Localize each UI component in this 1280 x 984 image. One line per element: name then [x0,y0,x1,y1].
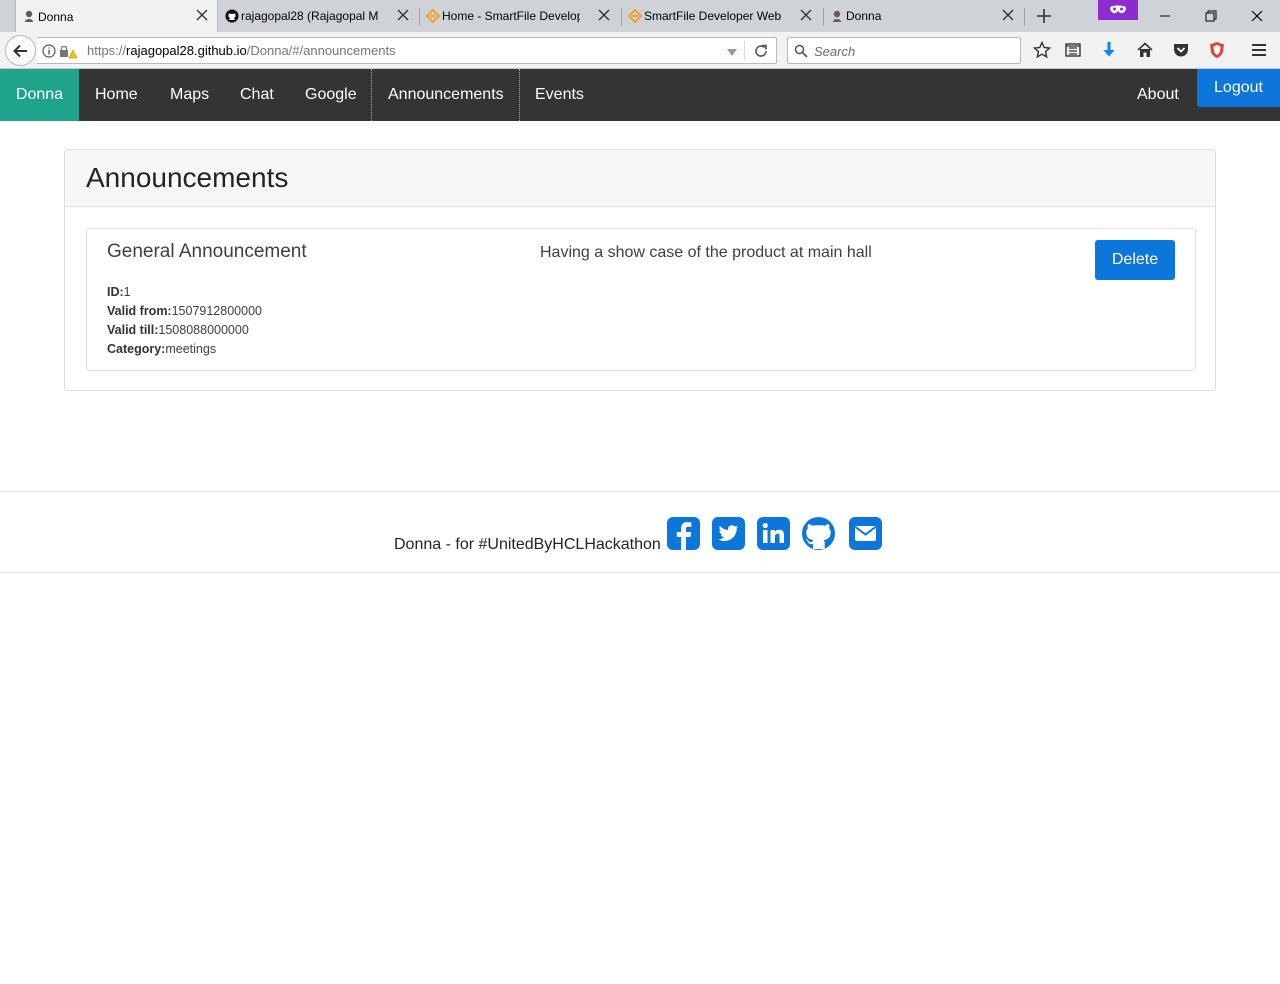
url-scheme: https:// [87,43,127,58]
id-value: 1 [123,285,131,299]
restore-window-icon[interactable] [1201,6,1221,26]
new-tab-plus-icon[interactable] [1034,6,1054,26]
footer-text: Donna - for #UnitedByHCLHackathon [394,536,661,553]
download-arrow-icon[interactable] [1100,41,1118,59]
close-tab-icon[interactable] [597,8,611,22]
email-icon[interactable] [848,516,883,551]
app-navbar: Donna Home Maps Chat Google Announcement… [0,69,1280,121]
tab-title: rajagopal28 (Rajagopal M) [241,9,379,23]
announcement-id-row: ID:1 [107,283,262,302]
donna-favicon-icon [25,10,33,22]
tab-separator [1024,8,1025,26]
announcement-valid-till-row: Valid till:1508088000000 [107,321,262,340]
tab-title: Donna [846,9,882,23]
search-icon [794,44,808,58]
url-text[interactable]: https://rajagopal28.github.io/Donna/#/an… [87,43,396,58]
nav-events[interactable]: Events [535,69,584,121]
url-host: rajagopal28.github.io [126,43,247,58]
search-placeholder: Search [814,44,856,59]
tab-title: Home - SmartFile Developer [442,9,580,23]
url-history-dropdown-icon[interactable] [725,45,739,59]
reading-list-icon[interactable] [1064,41,1082,59]
search-bar[interactable]: Search [787,37,1021,64]
site-info-lock-warning-icon[interactable] [41,43,81,59]
valid-from-label: Valid from: [107,304,172,318]
back-arrow-icon [12,44,27,57]
close-tab-icon[interactable] [799,8,813,22]
nav-chat[interactable]: Chat [240,69,274,121]
close-tab-icon[interactable] [396,8,410,22]
pocket-icon[interactable] [1172,41,1190,59]
facebook-icon[interactable] [666,516,701,551]
nav-maps[interactable]: Maps [170,69,209,121]
donna-favicon-icon [833,10,841,22]
page-title: Announcements [86,162,289,193]
linkedin-icon[interactable] [756,516,791,551]
announcements-card: Announcements General Announcement Havin… [64,149,1216,391]
valid-from-value: 1507912800000 [171,304,262,318]
tab-title: Donna [38,9,74,24]
close-tab-icon[interactable] [195,8,209,22]
card-header: Announcements [65,150,1215,207]
url-divider [744,41,745,60]
reload-icon[interactable] [753,43,769,59]
announcement-valid-from-row: Valid from:1507912800000 [107,302,262,321]
url-path: /Donna/#/announcements [246,43,396,58]
logout-button[interactable]: Logout [1197,69,1280,107]
browser-tab-github[interactable]: rajagopal28 (Rajagopal M) [219,0,418,32]
private-browsing-mask-icon [1098,0,1138,20]
bookmark-star-icon[interactable] [1033,41,1051,59]
announcement-item: General Announcement Having a show case … [86,228,1196,371]
category-label: Category: [107,342,166,356]
github-icon[interactable] [801,516,836,551]
smartfile-favicon-icon [628,9,642,23]
close-tab-icon[interactable] [1001,8,1015,22]
announcement-category-row: Category:meetings [107,340,262,359]
brand-logo-link[interactable]: Donna [0,69,79,121]
browser-tab-smartfile-api[interactable]: SmartFile Developer Web API [622,0,821,32]
browser-tabstrip: Donna rajagopal28 (Rajagopal M) Home - S… [0,0,1280,33]
brave-shield-icon[interactable] [1208,41,1226,59]
valid-till-label: Valid till: [107,323,159,337]
browser-toolbar: https://rajagopal28.github.io/Donna/#/an… [0,32,1280,69]
tab-title: SmartFile Developer Web API [644,9,782,23]
id-label: ID: [107,285,124,299]
browser-tab-donna[interactable]: Donna [824,0,1023,32]
hamburger-menu-icon[interactable] [1250,41,1268,59]
announcement-meta: ID:1 Valid from:1507912800000 Valid till… [107,283,262,359]
nav-about[interactable]: About [1137,69,1179,121]
nav-home[interactable]: Home [95,69,138,121]
footer: Donna - for #UnitedByHCLHackathon [0,491,1280,573]
url-bar[interactable]: https://rajagopal28.github.io/Donna/#/an… [37,37,777,64]
minimize-window-icon[interactable] [1155,6,1175,26]
back-button[interactable] [5,35,36,66]
github-favicon-icon [225,9,239,23]
twitter-icon[interactable] [711,516,746,551]
home-icon[interactable] [1136,41,1154,59]
nav-google[interactable]: Google [305,69,357,121]
browser-tab-smartfile-home[interactable]: Home - SmartFile Developer [420,0,619,32]
announcement-description: Having a show case of the product at mai… [540,244,872,261]
close-window-icon[interactable] [1247,6,1267,26]
category-value: meetings [165,342,217,356]
browser-tab-donna-active[interactable]: Donna [15,0,218,33]
smartfile-favicon-icon [426,9,440,23]
valid-till-value: 1508088000000 [158,323,249,337]
nav-announcements[interactable]: Announcements [371,69,520,121]
delete-button[interactable]: Delete [1095,240,1175,280]
announcement-title: General Announcement [107,241,307,262]
